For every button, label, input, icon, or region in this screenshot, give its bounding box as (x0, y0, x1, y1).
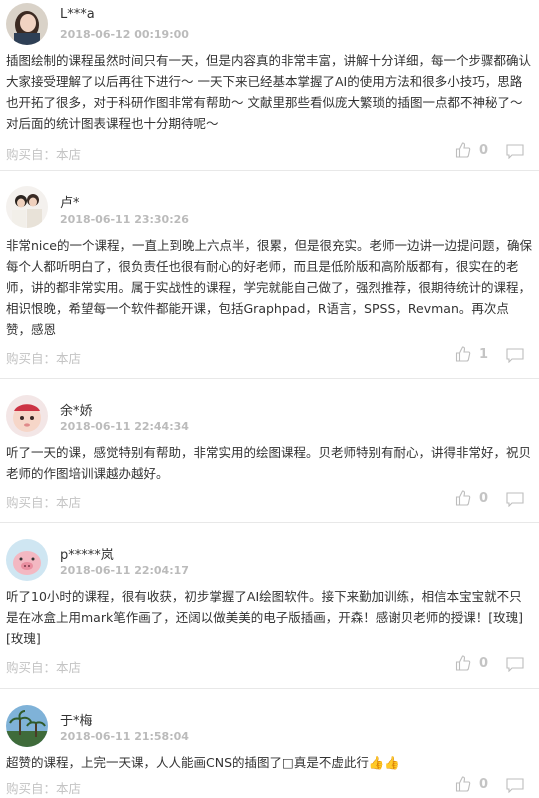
user-avatar[interactable] (6, 539, 48, 581)
comment-bubble-icon (506, 657, 524, 673)
like-count: 0 (479, 490, 489, 506)
user-name: 于*梅 (60, 714, 93, 729)
review-date: 2018-06-11 23:30:26 (60, 213, 189, 226)
thumbs-up-icon (455, 142, 471, 158)
purchase-source: 购买自：本店 (6, 495, 82, 510)
review-content: 听了一天的课，感觉特别有帮助，非常实用的绘图课程。贝老师特别有耐心，讲得非常好，… (6, 445, 532, 481)
thumbs-up-icon (455, 776, 471, 792)
review-content: 超赞的课程，上完一天课，人人能画CNS的插图了□真是不虚此行👍👍 (6, 755, 400, 770)
purchase-source: 购买自：本店 (6, 660, 82, 675)
review-date: 2018-06-11 21:58:04 (60, 730, 189, 743)
thumbs-up-icon (455, 346, 471, 362)
review-content: 非常nice的一个课程，一直上到晚上六点半，很累，但是很充实。老师一边讲一边提问… (6, 238, 532, 337)
review-item: L***a 2018-06-12 00:19:00 插图绘制的课程虽然时间只有一… (0, 0, 539, 171)
comment-button[interactable] (506, 348, 524, 367)
comment-bubble-icon (506, 778, 524, 794)
review-list: L***a 2018-06-12 00:19:00 插图绘制的课程虽然时间只有一… (0, 0, 539, 798)
user-name: L***a (60, 7, 95, 22)
like-button[interactable]: 0 (455, 655, 488, 671)
purchase-source: 购买自：本店 (6, 351, 82, 366)
comment-bubble-icon (506, 492, 524, 508)
like-count: 1 (479, 346, 489, 362)
thumbs-up-icon (455, 655, 471, 671)
like-count: 0 (479, 655, 489, 671)
review-item: 卢* 2018-06-11 23:30:26 非常nice的一个课程，一直上到晚… (0, 171, 539, 379)
user-name: p*****岚 (60, 548, 114, 563)
like-count: 0 (479, 776, 489, 792)
user-avatar[interactable] (6, 186, 48, 228)
purchase-source: 购买自：本店 (6, 781, 82, 796)
purchase-source: 购买自：本店 (6, 147, 82, 162)
review-date: 2018-06-12 00:19:00 (60, 28, 189, 41)
like-button[interactable]: 0 (455, 490, 488, 506)
comment-button[interactable] (506, 144, 524, 163)
review-date: 2018-06-11 22:04:17 (60, 564, 189, 577)
comment-bubble-icon (506, 144, 524, 160)
review-date: 2018-06-11 22:44:34 (60, 420, 189, 433)
review-content: 插图绘制的课程虽然时间只有一天，但是内容真的非常丰富，讲解十分详细，每一个步骤都… (6, 53, 532, 131)
user-avatar[interactable] (6, 3, 48, 45)
comment-bubble-icon (506, 348, 524, 364)
review-item: 于*梅 2018-06-11 21:58:04 超赞的课程，上完一天课，人人能画… (0, 689, 539, 798)
user-avatar[interactable] (6, 705, 48, 747)
review-item: p*****岚 2018-06-11 22:04:17 听了10小时的课程，很有… (0, 523, 539, 689)
like-button[interactable]: 1 (455, 346, 488, 362)
review-item: 余*娇 2018-06-11 22:44:34 听了一天的课，感觉特别有帮助，非… (0, 379, 539, 523)
comment-button[interactable] (506, 778, 524, 797)
user-name: 余*娇 (60, 404, 93, 419)
user-name: 卢* (60, 196, 80, 211)
review-content: 听了10小时的课程，很有收获，初步掌握了AI绘图软件。接下来勤加训练，相信本宝宝… (6, 589, 523, 646)
comment-button[interactable] (506, 492, 524, 511)
like-count: 0 (479, 142, 489, 158)
like-button[interactable]: 0 (455, 776, 488, 792)
like-button[interactable]: 0 (455, 142, 488, 158)
thumbs-up-icon (455, 490, 471, 506)
user-avatar[interactable] (6, 395, 48, 437)
comment-button[interactable] (506, 657, 524, 676)
